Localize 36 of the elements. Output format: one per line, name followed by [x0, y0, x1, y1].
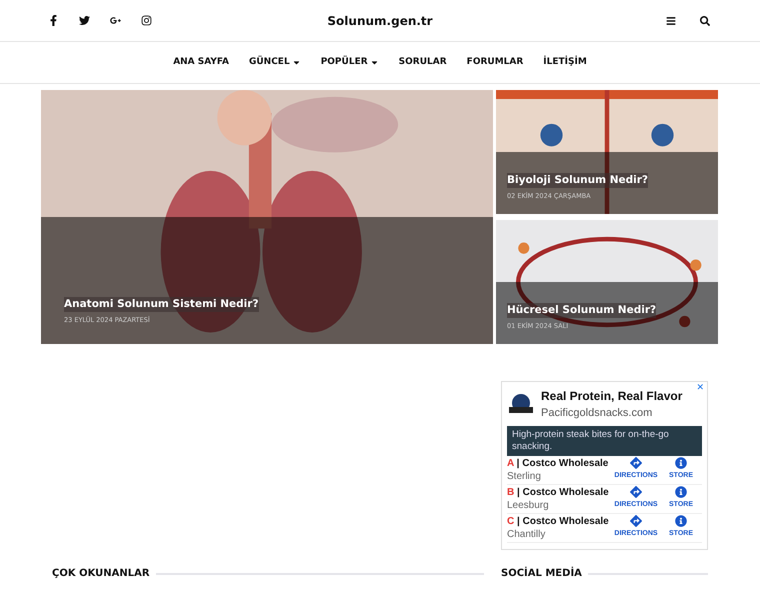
store-city: Chantilly: [507, 528, 546, 540]
store-city: Leesburg: [507, 498, 550, 512]
store-name[interactable]: A | Costco Wholesale: [507, 456, 611, 470]
directions-icon: [630, 457, 642, 469]
nav-link[interactable]: POPÜLER: [320, 56, 379, 70]
nav-link[interactable]: GÜNCEL: [248, 56, 301, 70]
ad-description: High-protein steak bites for on-the-go snacking.: [507, 426, 702, 456]
nav-link[interactable]: ANA SAYFA: [173, 56, 229, 70]
section-heading: SOCİAL MEDİA: [501, 566, 582, 581]
logo-icon: [507, 393, 535, 416]
close-icon[interactable]: ✕: [696, 382, 704, 396]
store-name[interactable]: C | Costco Wholesale: [507, 514, 611, 528]
twitter-icon[interactable]: [79, 15, 90, 26]
facebook-icon[interactable]: [48, 15, 59, 26]
article-title[interactable]: Hücresel Solunum Nedir?: [507, 302, 656, 318]
search-icon[interactable]: [700, 16, 710, 26]
nav-link[interactable]: İLETİŞİM: [543, 56, 587, 70]
info-icon: [675, 486, 687, 498]
info-icon: [675, 515, 687, 527]
article-title[interactable]: Anatomi Solunum Sistemi Nedir?: [64, 296, 259, 312]
ad-domain: Pacificgoldsnacks.com: [541, 406, 654, 421]
ad-headline[interactable]: Real Protein, Real Flavor: [541, 387, 682, 405]
instagram-icon[interactable]: [141, 15, 152, 26]
article-title[interactable]: Biyoloji Solunum Nedir?: [507, 172, 648, 188]
menu-icon[interactable]: [666, 16, 676, 26]
ad-card[interactable]: [501, 381, 708, 550]
site-title[interactable]: Solunum.gen.tr: [248, 12, 512, 30]
nav-link[interactable]: FORUMLAR: [466, 56, 524, 70]
directions-icon: [630, 515, 642, 527]
directions-icon: [630, 486, 642, 498]
section-heading: ÇOK OKUNANLAR: [52, 567, 150, 581]
store-city: Sterling: [507, 470, 542, 482]
google-plus-icon[interactable]: [110, 15, 121, 26]
nav-link[interactable]: SORULAR: [398, 56, 447, 70]
info-icon: [675, 457, 687, 469]
store-name[interactable]: B | Costco Wholesale: [507, 486, 611, 498]
